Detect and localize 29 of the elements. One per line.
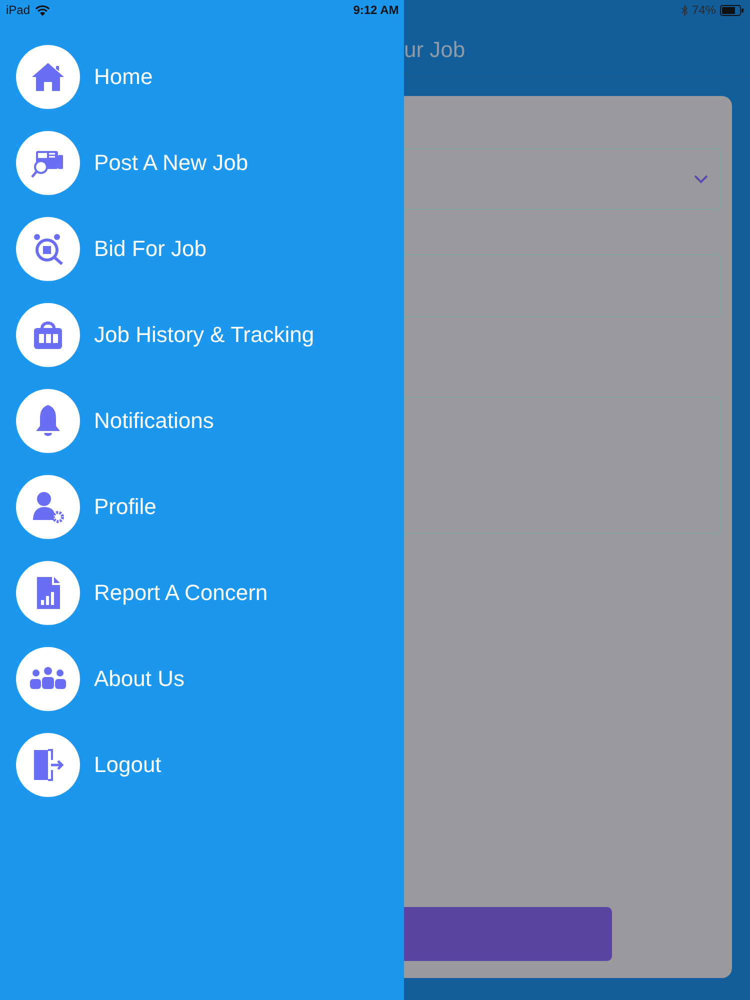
menu-item[interactable]: About Us [0, 647, 404, 711]
document-chart-icon [35, 576, 61, 610]
menu-item[interactable]: Logout [0, 733, 404, 797]
wifi-icon [35, 4, 50, 16]
menu-item[interactable]: Notifications [0, 389, 404, 453]
device-name: iPad [6, 3, 30, 17]
bell-icon [33, 404, 63, 438]
input-field[interactable] [404, 254, 721, 317]
bluetooth-icon [680, 4, 688, 16]
house-icon [31, 62, 65, 92]
battery-percent: 74% [692, 3, 716, 17]
submit-button[interactable] [404, 907, 612, 961]
menu-item[interactable]: Profile [0, 475, 404, 539]
menu-item[interactable]: Bid For Job [0, 217, 404, 281]
menu-item[interactable]: Post A New Job [0, 131, 404, 195]
door-exit-icon [31, 748, 65, 782]
user-gear-icon [31, 490, 65, 524]
bag-icon [31, 319, 65, 351]
menu-item[interactable]: Job History & Tracking [0, 303, 404, 367]
status-time: 9:12 AM [353, 3, 399, 17]
menu-item[interactable]: Report A Concern [0, 561, 404, 625]
text-area[interactable] [404, 397, 721, 534]
chevron-down-icon [694, 174, 708, 184]
group-icon [29, 667, 67, 691]
dropdown-field[interactable] [404, 148, 721, 210]
people-target-icon [31, 232, 65, 266]
menu-item[interactable]: Home [0, 45, 404, 109]
battery-icon [720, 4, 744, 16]
screen-title: ur Job [404, 36, 466, 62]
